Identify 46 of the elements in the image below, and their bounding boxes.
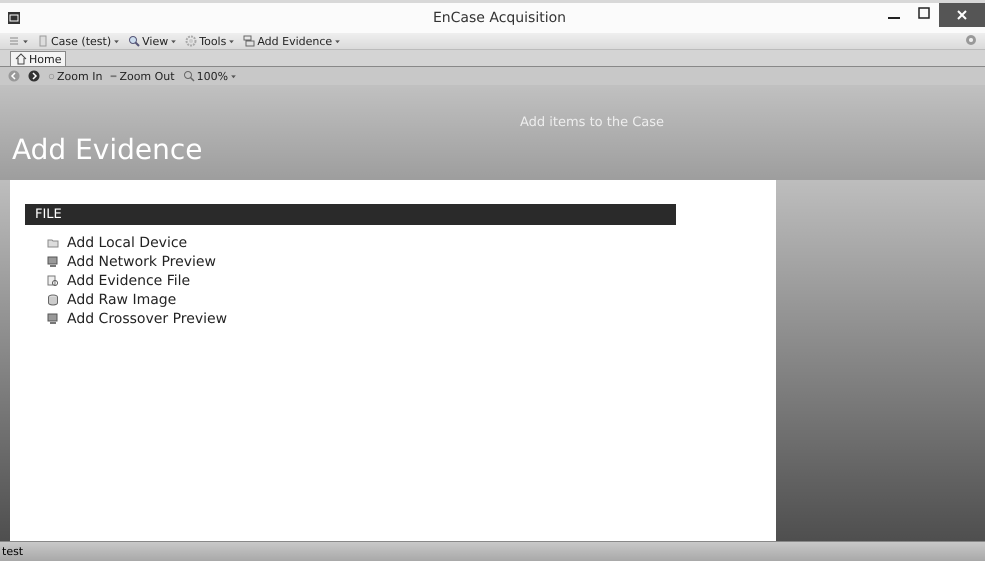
caret-icon (170, 38, 178, 44)
close-button[interactable] (939, 3, 985, 27)
magnifier-icon (182, 70, 195, 82)
page-subtitle: Add items to the Case (520, 115, 664, 132)
caret-icon (334, 38, 342, 44)
disk-stack-icon (47, 294, 59, 306)
action-link[interactable]: Add Local Device (47, 235, 188, 251)
magnifier-icon (128, 35, 140, 47)
tab[interactable]: Home (10, 51, 66, 66)
window-title: EnCase Acquisition (432, 10, 568, 26)
toolbar-menu[interactable]: Case (test) (37, 34, 120, 48)
app-icon (8, 12, 20, 24)
help-icon (965, 34, 977, 46)
back-button[interactable] (8, 70, 20, 82)
section-header: FILE (25, 204, 676, 225)
minus-icon (110, 72, 118, 80)
zoom-out-button[interactable]: Zoom Out (110, 70, 175, 82)
minimize-icon (888, 17, 900, 19)
document-icon (47, 275, 59, 287)
action-link[interactable]: Add Evidence File (47, 273, 190, 289)
toolbar-menu[interactable]: View (128, 34, 178, 48)
house-icon (15, 53, 27, 65)
menu-icon (8, 35, 20, 47)
zoom-in-button[interactable]: Zoom In (48, 70, 102, 82)
drives-icon (243, 35, 256, 47)
menu-button[interactable] (8, 35, 29, 47)
action-link[interactable]: Add Crossover Preview (47, 311, 228, 327)
close-icon (957, 10, 967, 20)
caret-icon (228, 38, 236, 44)
page-title: Add Evidence (12, 133, 204, 166)
computer-icon (47, 256, 59, 268)
action-link[interactable]: Add Raw Image (47, 292, 176, 308)
toolbar-menu[interactable]: Add Evidence (243, 34, 342, 48)
computer-icon (47, 313, 59, 325)
toolbar-menu[interactable]: Tools (185, 34, 236, 48)
zoom-level-dropdown[interactable]: 100% (182, 70, 238, 82)
caret-icon (22, 38, 29, 44)
book-icon (37, 35, 49, 47)
forward-button[interactable] (28, 70, 40, 82)
maximize-icon (918, 7, 930, 19)
gear-icon (185, 35, 198, 47)
caret-icon (230, 72, 238, 80)
action-link[interactable]: Add Network Preview (47, 254, 216, 270)
caret-icon (113, 38, 120, 44)
status-bar: test (0, 541, 985, 561)
folder-icon (47, 237, 59, 249)
